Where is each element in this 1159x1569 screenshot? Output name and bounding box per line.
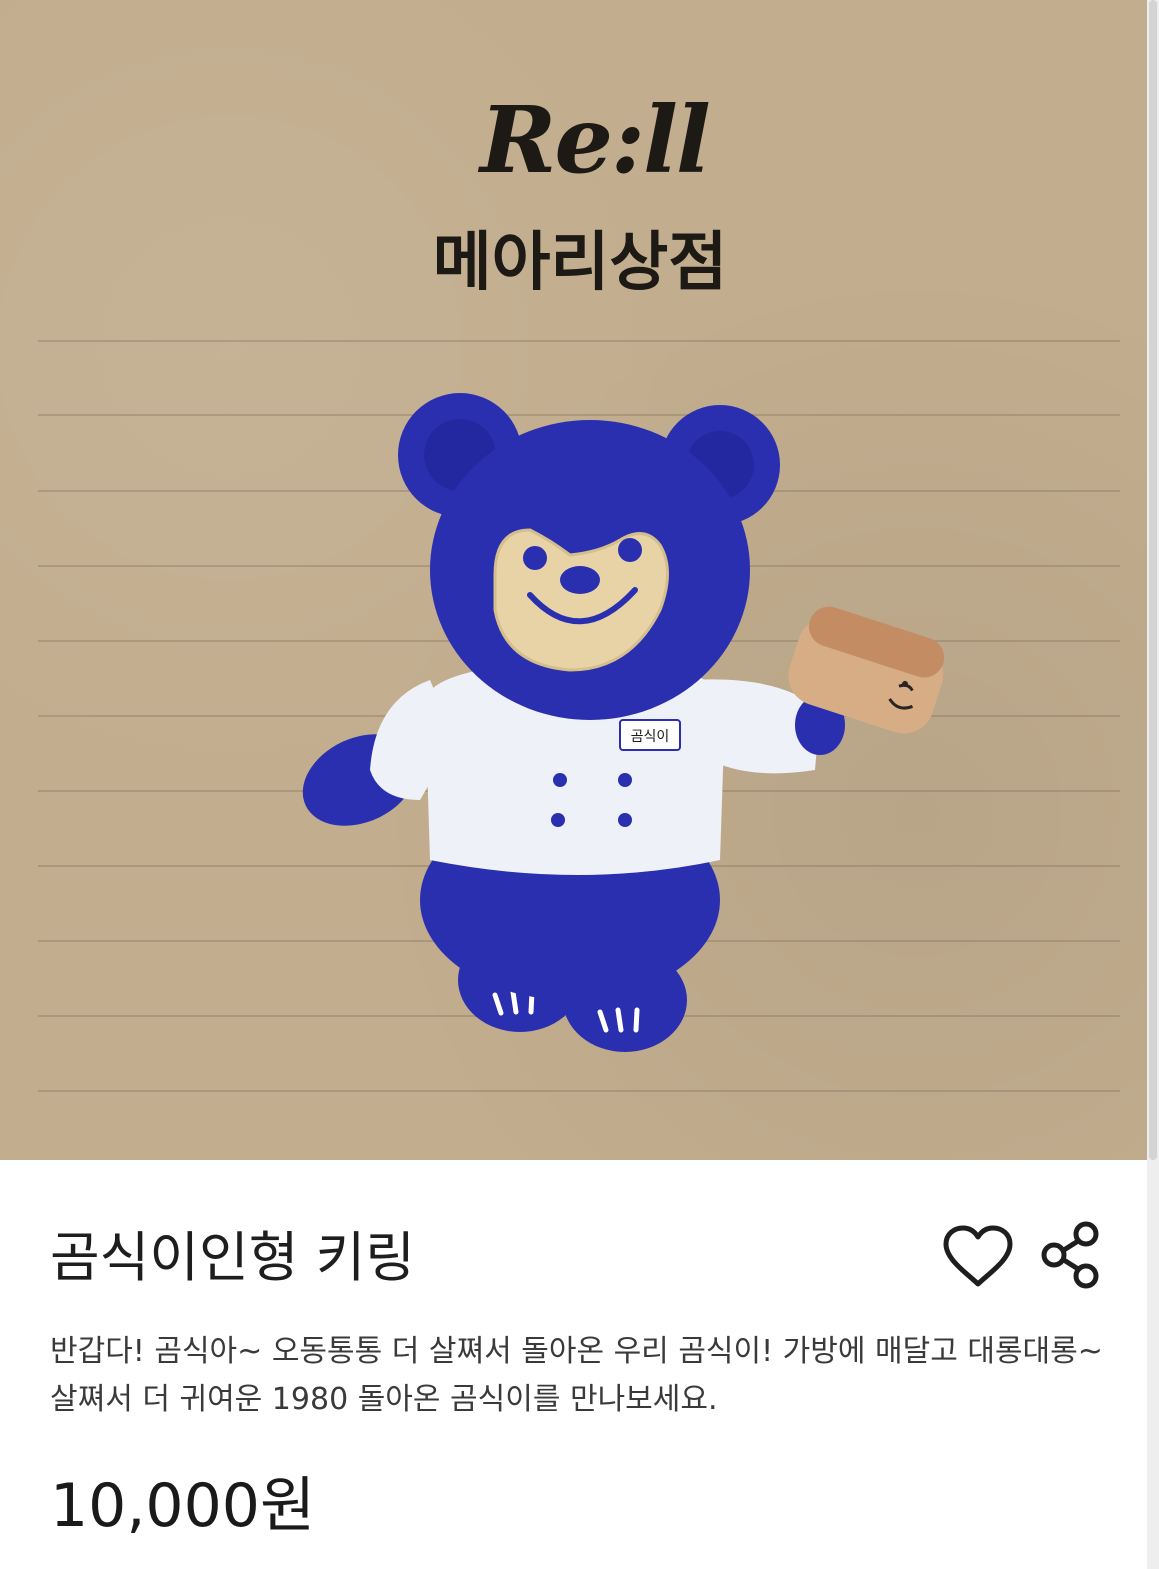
ruled-line [38, 1090, 1120, 1092]
share-button[interactable] [1034, 1218, 1108, 1292]
scrollbar-thumb[interactable] [1149, 0, 1157, 1160]
badge-text: 곰식이 [631, 729, 670, 745]
product-title: 곰식이인형 키링 [50, 1226, 415, 1289]
scrollbar[interactable] [1147, 0, 1159, 1569]
brand-logo: Re:ll [480, 86, 711, 194]
bear-plush-image: 곰식이 [302, 393, 945, 1052]
product-image[interactable]: Re:ll 메아리상점 곰식이 [0, 0, 1147, 1160]
shop-name: 메아리상점 [432, 226, 728, 300]
share-icon [1041, 1221, 1099, 1289]
product-price: 10,000원 [50, 1471, 316, 1541]
ruled-line [38, 340, 1120, 342]
heart-outline-icon [943, 1225, 1013, 1287]
product-description: 반갑다! 곰식아~ 오동통통 더 살쪄서 돌아온 우리 곰식이! 가방에 매달고… [50, 1334, 1103, 1417]
like-button[interactable] [938, 1222, 1018, 1292]
